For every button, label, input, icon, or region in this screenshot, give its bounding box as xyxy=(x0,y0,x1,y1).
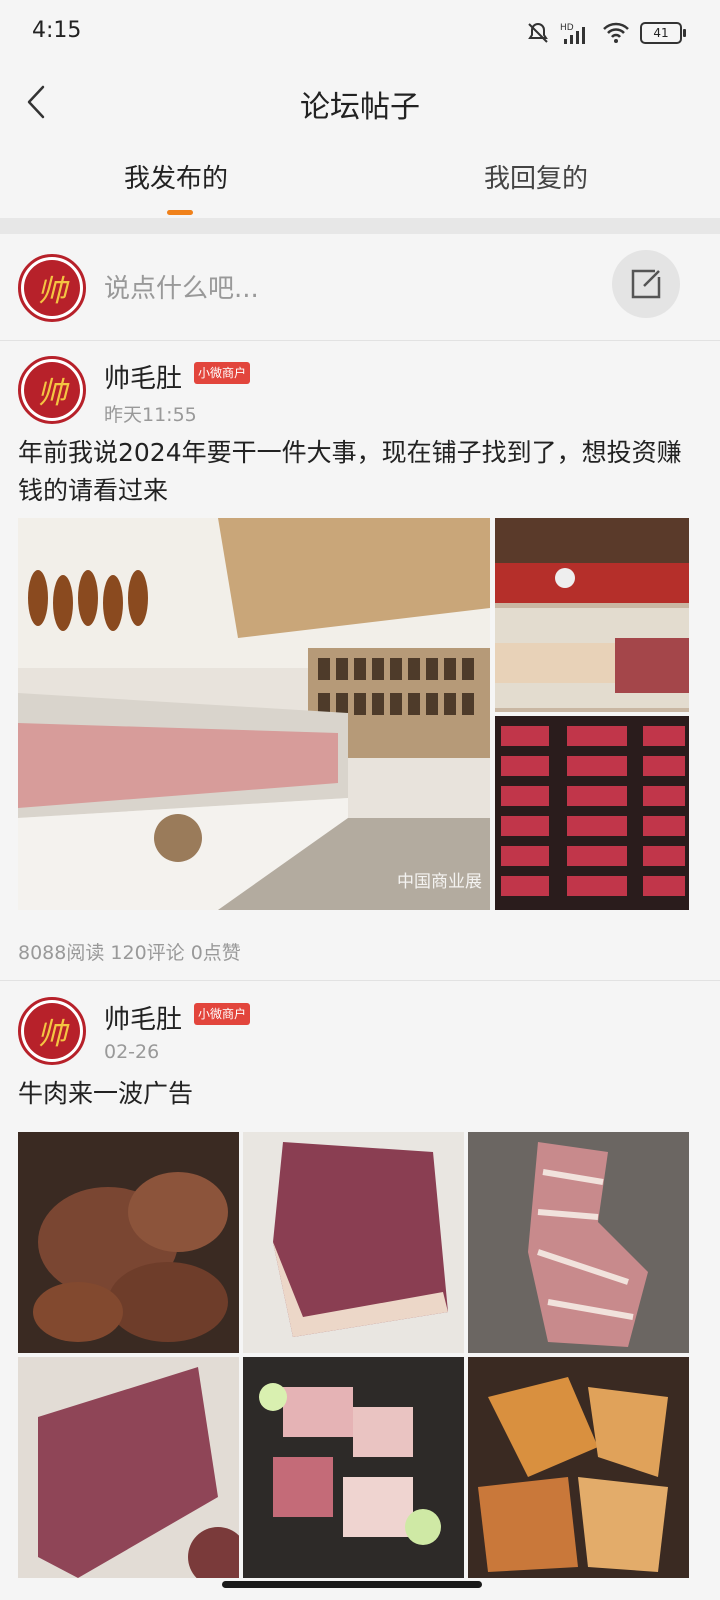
nav-bar: 论坛帖子 xyxy=(0,66,720,136)
post-image-beef-cut[interactable] xyxy=(18,1357,239,1578)
edit-icon xyxy=(631,269,661,299)
post-image-shop-interior[interactable]: 中国商业展 xyxy=(18,518,490,910)
home-indicator[interactable] xyxy=(222,1581,482,1588)
post-image-aging-fridge[interactable] xyxy=(495,716,689,910)
compose-input[interactable]: 说点什么吧... xyxy=(104,268,259,305)
tab-my-posts[interactable]: 我发布的 xyxy=(124,158,228,195)
author-name[interactable]: 帅毛肚 xyxy=(104,358,182,395)
post-image-beef-belly[interactable] xyxy=(468,1132,689,1353)
post-image-spicy-beef[interactable] xyxy=(468,1357,689,1578)
tab-bar: 我发布的 我回复的 xyxy=(0,136,720,218)
post-card[interactable]: 帅 帅毛肚 小微商户 02-26 牛肉来一波广告 xyxy=(0,981,720,1600)
merchant-badge: 小微商户 xyxy=(194,362,251,384)
post-time: 02-26 xyxy=(104,1041,160,1063)
post-text: 牛肉来一波广告 xyxy=(18,1079,194,1108)
post-stats: 8088阅读 120评论 0点赞 xyxy=(18,942,241,964)
status-icons: HD 41 xyxy=(526,20,686,46)
post-image-raw-beef-slab[interactable] xyxy=(243,1132,464,1353)
mute-bell-icon xyxy=(528,22,548,43)
battery-icon: 41 xyxy=(640,22,686,44)
post-image-butcher-counter[interactable] xyxy=(495,518,689,712)
status-time: 4:15 xyxy=(32,18,82,43)
avatar[interactable]: 帅 xyxy=(18,254,86,322)
status-bar: 4:15 HD 41 xyxy=(0,0,720,66)
post-text: 年前我说2024年要干一件大事，现在铺子找到了，想投资赚钱的请看过来 xyxy=(18,438,682,505)
avatar-glyph: 帅 xyxy=(24,260,80,316)
merchant-badge: 小微商户 xyxy=(194,1003,251,1025)
section-divider xyxy=(0,218,720,234)
battery-level: 41 xyxy=(653,26,669,40)
compose-bar: 帅 说点什么吧... xyxy=(0,234,720,341)
wifi-icon xyxy=(603,22,629,43)
post-time: 昨天11:55 xyxy=(104,404,197,426)
svg-text:HD: HD xyxy=(560,23,574,33)
author-name[interactable]: 帅毛肚 xyxy=(104,999,182,1036)
post-image-beef-chunks[interactable] xyxy=(243,1357,464,1578)
post-image-braised-beef[interactable] xyxy=(18,1132,239,1353)
page-title: 论坛帖子 xyxy=(300,90,420,125)
avatar-glyph: 帅 xyxy=(24,362,80,418)
image-watermark: 中国商业展 xyxy=(397,872,482,892)
author-avatar[interactable]: 帅 xyxy=(18,356,86,424)
post-card[interactable]: 帅 帅毛肚 小微商户 昨天11:55 年前我说2024年要干一件大事，现在铺子找… xyxy=(0,340,720,981)
author-avatar[interactable]: 帅 xyxy=(18,997,86,1065)
active-tab-indicator xyxy=(167,210,193,215)
tab-my-replies[interactable]: 我回复的 xyxy=(484,158,588,195)
signal-icon: HD xyxy=(560,23,585,44)
avatar-glyph: 帅 xyxy=(24,1003,80,1059)
compose-button[interactable] xyxy=(612,250,680,318)
